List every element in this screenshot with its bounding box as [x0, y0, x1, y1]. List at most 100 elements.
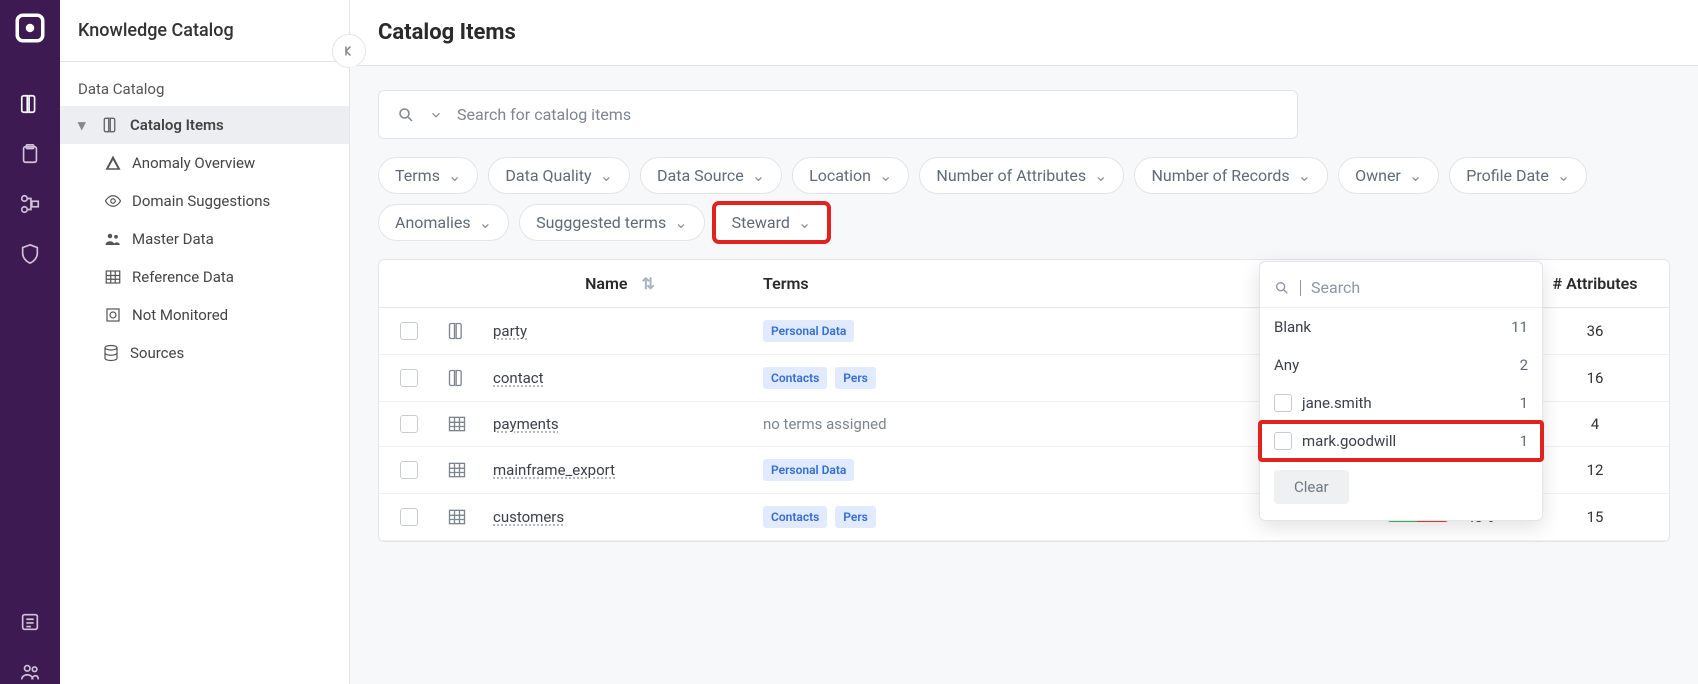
page-title: Catalog Items [350, 0, 1698, 66]
rail-users-icon[interactable] [18, 660, 42, 684]
item-name-link[interactable]: party [493, 322, 527, 340]
item-name-link[interactable]: contact [493, 369, 544, 387]
row-checkbox[interactable] [400, 369, 418, 387]
rail-catalog-icon[interactable] [18, 92, 42, 116]
table-icon [447, 414, 467, 434]
filter-num-attributes[interactable]: Number of Attributes⌄ [919, 157, 1124, 194]
filter-anomalies[interactable]: Anomalies⌄ [378, 204, 509, 241]
users-icon [104, 230, 122, 248]
term-tag[interactable]: Contacts [763, 506, 827, 528]
row-checkbox[interactable] [400, 508, 418, 526]
sidebar: Knowledge Catalog Data Catalog ▾ Catalog… [60, 0, 350, 684]
filter-data-quality[interactable]: Data Quality⌄ [488, 157, 630, 194]
warning-icon [104, 154, 122, 172]
chevron-down-icon: ⌄ [1094, 166, 1107, 185]
zero-icon [104, 306, 122, 324]
term-tag[interactable]: Pers [835, 506, 876, 528]
collapse-sidebar-button[interactable] [332, 34, 366, 68]
filter-owner[interactable]: Owner⌄ [1338, 157, 1439, 194]
search-icon [397, 106, 415, 124]
sidebar-title: Knowledge Catalog [60, 0, 349, 62]
dropdown-option-any[interactable]: Any 2 [1260, 346, 1542, 384]
chevron-down-icon: ⌄ [1557, 166, 1570, 185]
rail-flow-icon[interactable] [18, 192, 42, 216]
dropdown-clear-button[interactable]: Clear [1274, 470, 1349, 504]
filter-steward[interactable]: Steward⌄ [715, 204, 829, 241]
sidebar-item-label: Not Monitored [132, 306, 228, 324]
sidebar-item-sources[interactable]: Sources [60, 334, 349, 372]
sidebar-item-catalog-items[interactable]: ▾ Catalog Items [60, 106, 349, 144]
sidebar-tree: ▾ Catalog Items Anomaly Overview Domain … [60, 106, 349, 372]
sidebar-item-not-monitored[interactable]: Not Monitored [60, 296, 349, 334]
search-input[interactable] [457, 105, 1279, 124]
dropdown-option-blank[interactable]: Blank 11 [1260, 308, 1542, 346]
sidebar-item-anomaly-overview[interactable]: Anomaly Overview [60, 144, 349, 182]
item-name-link[interactable]: payments [493, 415, 559, 433]
search-bar[interactable] [378, 90, 1298, 139]
sidebar-section-data-catalog[interactable]: Data Catalog [60, 62, 349, 106]
dropdown-option-jane[interactable]: jane.smith 1 [1260, 384, 1542, 422]
rail-clipboard-icon[interactable] [18, 142, 42, 166]
sidebar-item-label: Domain Suggestions [132, 192, 270, 210]
steward-dropdown: Search Blank 11 Any 2 jane.smith 1 mark.… [1259, 261, 1543, 521]
sidebar-item-label: Catalog Items [130, 116, 224, 134]
no-terms-text: no terms assigned [763, 415, 887, 433]
chevron-down-icon: ⌄ [1298, 166, 1311, 185]
icon-rail [0, 0, 60, 684]
filter-profile-date[interactable]: Profile Date⌄ [1449, 157, 1587, 194]
sidebar-item-label: Reference Data [132, 268, 234, 286]
rail-form-icon[interactable] [18, 610, 42, 634]
attributes-value: 12 [1587, 461, 1604, 479]
main-panel: Catalog Items Terms⌄ Data Quality⌄ Data … [350, 0, 1698, 684]
term-tag[interactable]: Personal Data [763, 459, 854, 481]
table-icon [447, 507, 467, 527]
sidebar-item-label: Anomaly Overview [132, 154, 255, 172]
sidebar-item-label: Sources [130, 344, 184, 362]
checkbox[interactable] [1274, 394, 1292, 412]
row-checkbox[interactable] [400, 461, 418, 479]
chevron-down-icon: ⌄ [798, 213, 811, 232]
sort-icon[interactable]: ⇅ [642, 274, 655, 293]
sidebar-item-label: Master Data [132, 230, 214, 248]
attributes-value: 16 [1587, 369, 1604, 387]
dropdown-search[interactable]: Search [1260, 268, 1542, 308]
chevron-down-icon: ⌄ [448, 166, 461, 185]
rail-shield-icon[interactable] [18, 242, 42, 266]
sidebar-item-domain-suggestions[interactable]: Domain Suggestions [60, 182, 349, 220]
chevron-down-icon: ⌄ [479, 213, 492, 232]
col-terms[interactable]: Terms [763, 274, 809, 293]
book-icon [447, 368, 467, 388]
chevron-down-icon[interactable] [429, 108, 443, 122]
col-name[interactable]: Name [585, 274, 627, 293]
row-checkbox[interactable] [400, 415, 418, 433]
item-name-link[interactable]: mainframe_export [493, 461, 615, 479]
sidebar-item-reference-data[interactable]: Reference Data [60, 258, 349, 296]
checkbox[interactable] [1274, 432, 1292, 450]
dropdown-search-placeholder: Search [1311, 278, 1360, 297]
item-name-link[interactable]: customers [493, 508, 564, 526]
dropdown-option-mark[interactable]: mark.goodwill 1 [1260, 422, 1542, 460]
row-checkbox[interactable] [400, 322, 418, 340]
chevron-down-icon: ⌄ [674, 213, 687, 232]
term-tag[interactable]: Contacts [763, 367, 827, 389]
eye-icon [104, 192, 122, 210]
table-icon [447, 460, 467, 480]
attributes-value: 4 [1591, 415, 1599, 433]
filter-terms[interactable]: Terms⌄ [378, 157, 478, 194]
filter-bar: Terms⌄ Data Quality⌄ Data Source⌄ Locati… [378, 157, 1670, 241]
chevron-down-icon: ⌄ [1409, 166, 1422, 185]
database-icon [102, 344, 120, 362]
term-tag[interactable]: Personal Data [763, 320, 854, 342]
filter-location[interactable]: Location⌄ [792, 157, 909, 194]
term-tag[interactable]: Pers [835, 367, 876, 389]
filter-data-source[interactable]: Data Source⌄ [640, 157, 782, 194]
attributes-value: 36 [1587, 322, 1604, 340]
attributes-value: 15 [1587, 508, 1604, 526]
book-icon [447, 321, 467, 341]
filter-num-records[interactable]: Number of Records⌄ [1134, 157, 1328, 194]
sidebar-item-master-data[interactable]: Master Data [60, 220, 349, 258]
col-attributes[interactable]: # Attributes [1553, 274, 1638, 293]
search-icon [1274, 280, 1290, 296]
filter-suggested-terms[interactable]: Sugggested terms⌄ [519, 204, 705, 241]
content-area: Terms⌄ Data Quality⌄ Data Source⌄ Locati… [350, 66, 1698, 684]
